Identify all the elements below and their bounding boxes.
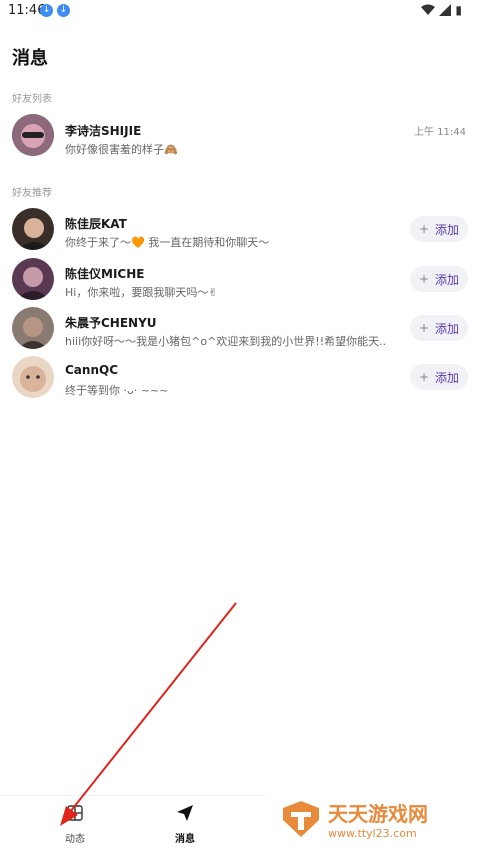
recommend-name: 陈佳辰KAT — [65, 217, 127, 231]
plus-icon: + — [418, 272, 430, 286]
recommend-row[interactable]: CannQC 终于等到你 ·ᴗ· ~~~ + 添加 — [0, 354, 480, 402]
recommend-message: Hi，你来啦，要跟我聊天吗～✌ — [65, 286, 218, 299]
wifi-icon — [421, 4, 436, 15]
avatar-image — [12, 258, 54, 300]
plus-icon: + — [418, 321, 430, 335]
add-label: 添加 — [435, 321, 460, 336]
watermark: 天天游戏网 www.ttyl23.com — [280, 798, 428, 840]
friend-message: 你好像很害羞的样子🙈 — [65, 143, 178, 156]
add-friend-button[interactable]: + 添加 — [410, 266, 468, 292]
feed-icon — [67, 805, 83, 821]
add-label: 添加 — [435, 222, 460, 237]
watermark-logo-icon — [283, 801, 319, 837]
recommend-name: CannQC — [65, 363, 118, 377]
battery-icon: ▮ — [455, 3, 462, 17]
avatar-image — [12, 356, 54, 398]
watermark-url: www.ttyl23.com — [328, 827, 417, 840]
recommend-message: 你终于来了～🧡 我一直在期待和你聊天～ — [65, 236, 270, 249]
recommend-row[interactable]: 陈佳辰KAT 你终于来了～🧡 我一直在期待和你聊天～ + 添加 — [0, 206, 480, 254]
friend-row[interactable]: 李诗洁SHIJIE 你好像很害羞的样子🙈 上午 11:44 — [0, 112, 480, 160]
send-icon — [177, 805, 193, 821]
page-title: 消息 — [12, 48, 48, 69]
avatar — [12, 258, 54, 300]
tab-messages[interactable]: 消息 — [155, 804, 215, 845]
recommend-message: 终于等到你 ·ᴗ· ~~~ — [65, 384, 169, 397]
add-friend-button[interactable]: + 添加 — [410, 315, 468, 341]
avatar — [12, 208, 54, 250]
section-label-recommended: 好友推荐 — [12, 188, 52, 199]
signal-icon — [439, 4, 452, 16]
avatar — [12, 307, 54, 349]
avatar-image — [12, 208, 54, 250]
add-friend-button[interactable]: + 添加 — [410, 216, 468, 242]
recommend-name: 朱晨予CHENYU — [65, 316, 157, 330]
recommend-row[interactable]: 朱晨予CHENYU hiii你好呀～～我是小猪包^o^欢迎来到我的小世界!!希望… — [0, 305, 480, 353]
recommend-name: 陈佳仪MICHE — [65, 267, 145, 281]
message-time: 上午 11:44 — [414, 127, 466, 138]
avatar-image — [12, 307, 54, 349]
watermark-title: 天天游戏网 — [328, 802, 428, 826]
status-indicators: ▮ — [421, 3, 462, 17]
avatar — [12, 356, 54, 398]
friend-name: 李诗洁SHIJIE — [65, 124, 142, 138]
add-label: 添加 — [435, 272, 460, 287]
recommend-row[interactable]: 陈佳仪MICHE Hi，你来啦，要跟我聊天吗～✌ + 添加 — [0, 256, 480, 304]
add-label: 添加 — [435, 370, 460, 385]
tab-feed-label: 动态 — [65, 834, 85, 845]
section-label-friends: 好友列表 — [12, 94, 52, 105]
plus-icon: + — [418, 370, 430, 384]
bottom-tab-bar: 动态 消息 — [0, 795, 265, 853]
add-friend-button[interactable]: + 添加 — [410, 364, 468, 390]
tab-feed[interactable]: 动态 — [45, 804, 105, 845]
status-bar: 11:46 ↓ ↓ ▮ — [0, 0, 480, 22]
plus-icon: + — [418, 222, 430, 236]
avatar-image — [12, 114, 54, 156]
notification-icon: ↓ — [57, 4, 70, 17]
tab-messages-label: 消息 — [175, 834, 195, 845]
notification-icon: ↓ — [40, 4, 53, 17]
recommend-message: hiii你好呀～～我是小猪包^o^欢迎来到我的小世界!!希望你能天... — [65, 335, 385, 348]
avatar — [12, 114, 54, 156]
